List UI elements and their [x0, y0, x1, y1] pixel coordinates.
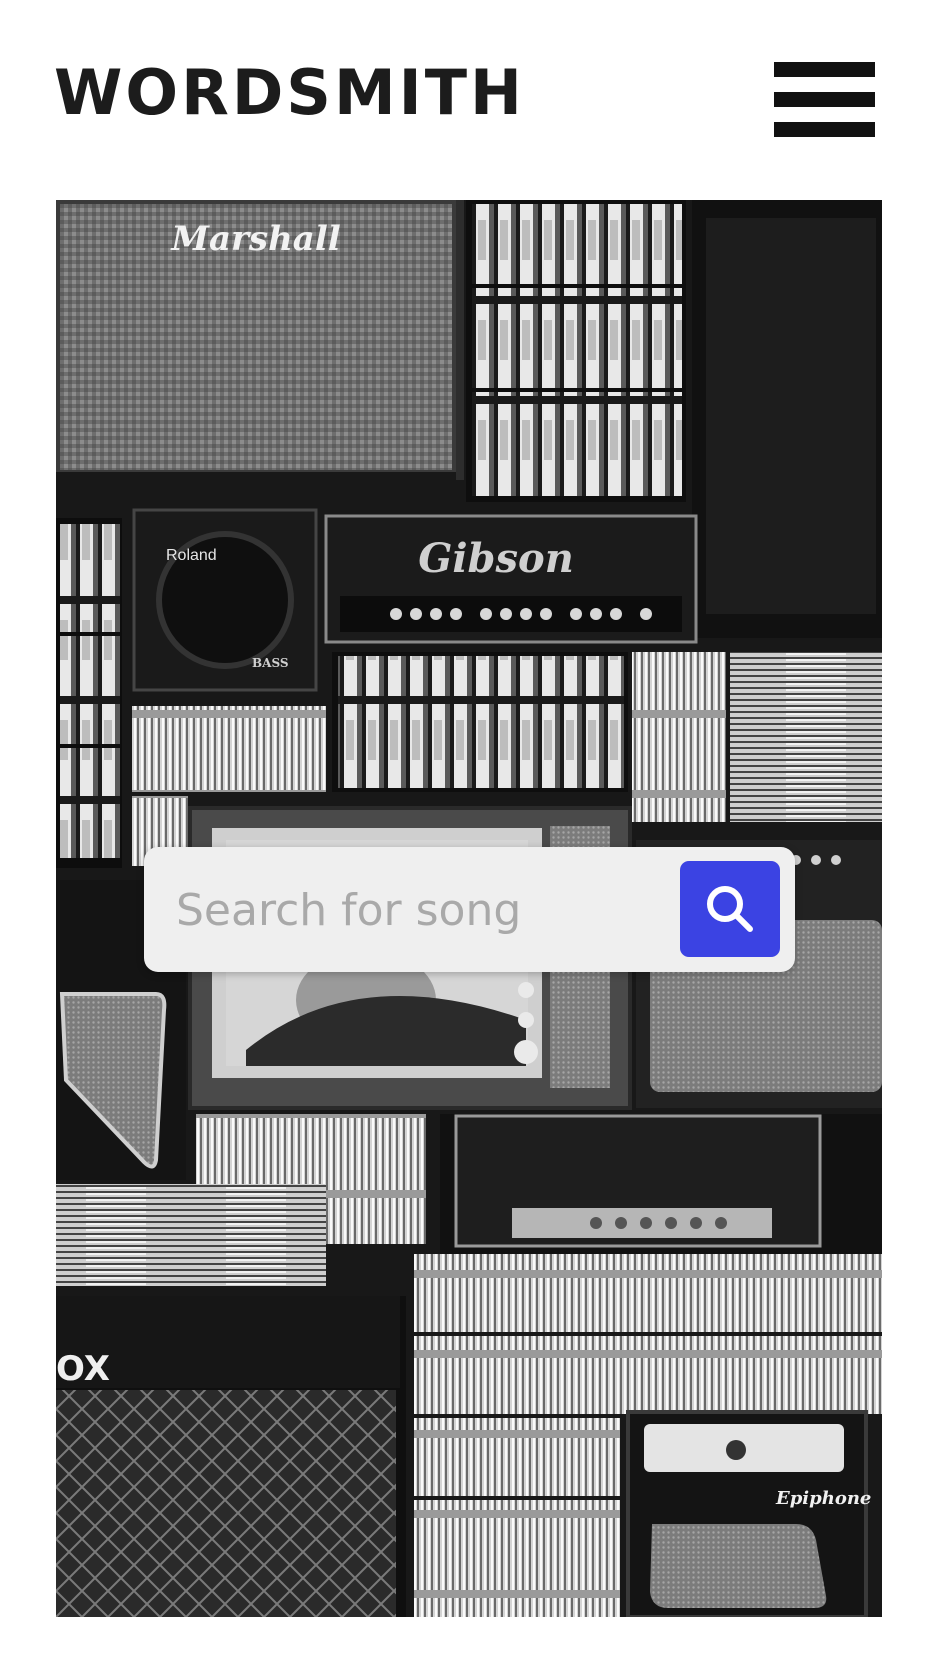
- vox-logo: OX: [56, 1349, 110, 1389]
- menu-bar-top: [774, 62, 875, 77]
- search-icon: [707, 886, 753, 932]
- menu-bar-bottom: [774, 122, 875, 137]
- menu-bar-middle: [774, 92, 875, 107]
- roland-logo: Roland: [166, 547, 217, 564]
- site-logo[interactable]: WORDSMITH: [54, 62, 525, 124]
- search-bar: [144, 847, 795, 972]
- epiphone-logo: Epiphone: [775, 1488, 871, 1509]
- site-header: WORDSMITH: [0, 0, 938, 200]
- bass-label: BASS: [252, 656, 289, 670]
- hamburger-menu-icon[interactable]: [774, 60, 875, 140]
- hero-image: Marshall Roland BASS Gibson OX Epiphone …: [56, 200, 882, 1617]
- marshall-logo: Marshall: [170, 219, 340, 259]
- search-input[interactable]: [174, 869, 658, 951]
- search-button[interactable]: [680, 861, 780, 957]
- gibson-logo: Gibson: [418, 535, 574, 582]
